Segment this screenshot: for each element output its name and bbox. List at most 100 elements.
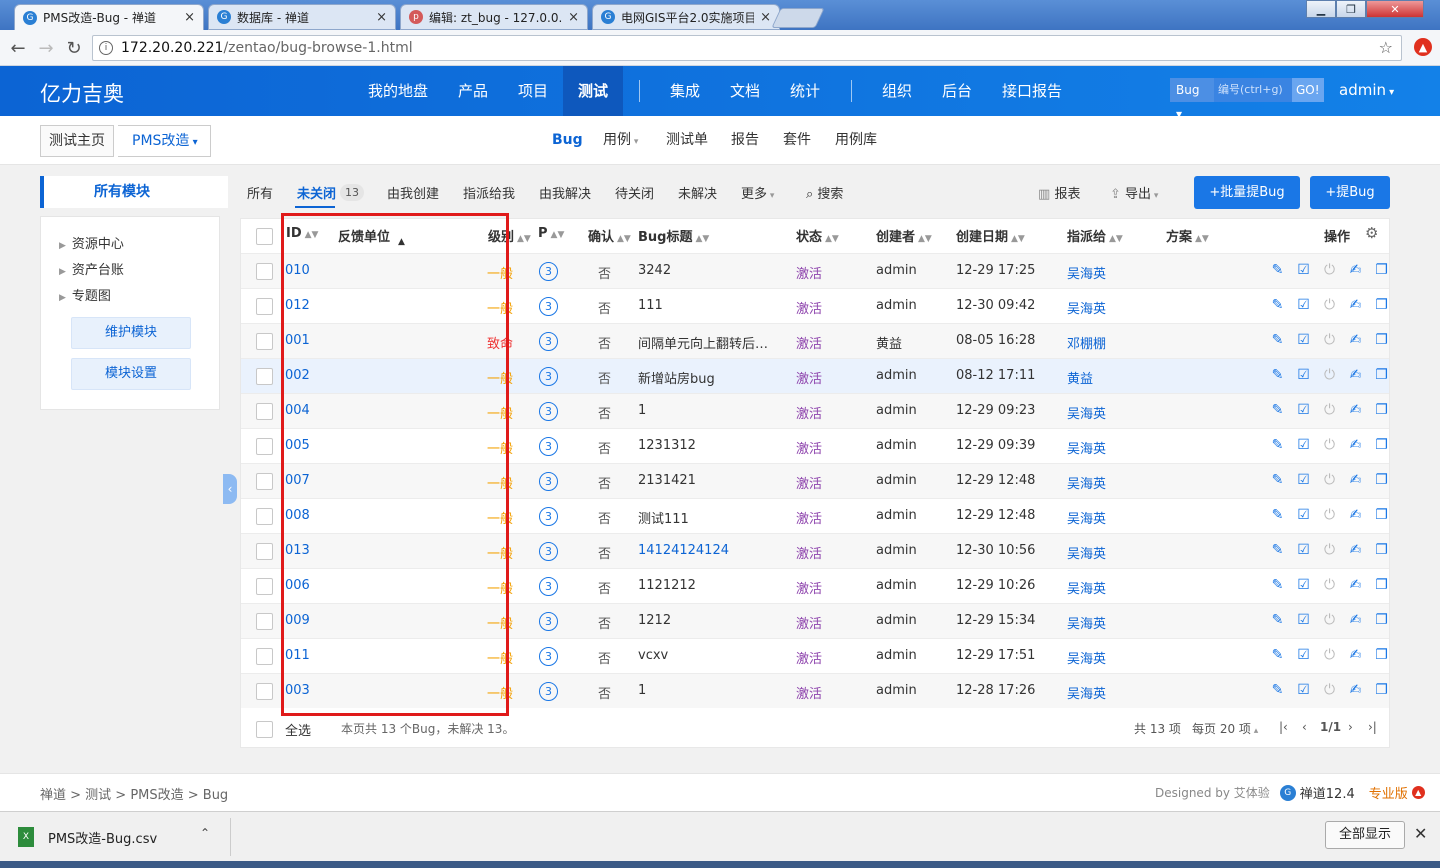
row-checkbox[interactable]	[256, 403, 273, 420]
next-page-icon[interactable]: ›	[1348, 720, 1353, 734]
close-bug-icon[interactable]: ⏻	[1321, 472, 1338, 489]
resolve-icon[interactable]: ☑	[1295, 682, 1312, 699]
bug-title[interactable]: 新增站房bug	[638, 368, 773, 387]
row-checkbox[interactable]	[256, 438, 273, 455]
resolve-icon[interactable]: ☑	[1295, 402, 1312, 419]
resolve-icon[interactable]: ☑	[1295, 647, 1312, 664]
row-checkbox[interactable]	[256, 648, 273, 665]
edit-icon[interactable]: ✍	[1347, 332, 1364, 349]
filter-opened-by-me[interactable]: 由我创建	[387, 183, 439, 202]
nav-project[interactable]: 项目	[503, 66, 563, 116]
new-tab-button[interactable]	[771, 8, 825, 28]
resolve-icon[interactable]: ☑	[1295, 262, 1312, 279]
reload-icon[interactable]: ↻	[62, 36, 86, 60]
row-checkbox[interactable]	[256, 578, 273, 595]
copy-icon[interactable]: ❐	[1373, 262, 1390, 279]
col-header-confirm[interactable]: 确认 ▲▼	[588, 226, 631, 245]
search-input[interactable]: 编号(ctrl+g)	[1214, 78, 1292, 102]
close-bug-icon[interactable]: ⏻	[1321, 577, 1338, 594]
row-checkbox[interactable]	[256, 613, 273, 630]
close-bug-icon[interactable]: ⏻	[1321, 507, 1338, 524]
edit-icon[interactable]: ✍	[1347, 402, 1364, 419]
minimize-icon[interactable]: ▁	[1306, 0, 1336, 18]
zentao-edition[interactable]: 专业版	[1369, 783, 1408, 802]
copy-icon[interactable]: ❐	[1373, 542, 1390, 559]
forward-arrow-icon[interactable]: →	[34, 36, 58, 60]
footer-breadcrumb[interactable]: 禅道 > 测试 > PMS改造 > Bug	[40, 784, 228, 803]
filter-all[interactable]: 所有	[247, 183, 273, 202]
designed-by[interactable]: Designed by 艾体验	[1155, 784, 1270, 801]
confirm-icon[interactable]: ✎	[1269, 542, 1286, 559]
edit-icon[interactable]: ✍	[1347, 297, 1364, 314]
bug-assignee[interactable]: 吴海英	[1067, 508, 1106, 527]
upgrade-icon[interactable]: ▲	[1411, 786, 1425, 799]
bug-assignee[interactable]: 黄益	[1067, 368, 1093, 387]
row-checkbox[interactable]	[256, 368, 273, 385]
bug-assignee[interactable]: 吴海英	[1067, 613, 1106, 632]
copy-icon[interactable]: ❐	[1373, 367, 1390, 384]
bookmark-star-icon[interactable]: ☆	[1379, 38, 1393, 57]
row-checkbox[interactable]	[256, 683, 273, 700]
copy-icon[interactable]: ❐	[1373, 507, 1390, 524]
col-header-assign[interactable]: 指派给 ▲▼	[1067, 226, 1123, 245]
close-bug-icon[interactable]: ⏻	[1321, 612, 1338, 629]
bug-assignee[interactable]: 吴海英	[1067, 438, 1106, 457]
filter-unclosed[interactable]: 未关闭	[297, 183, 336, 202]
filter-assigned-to-me[interactable]: 指派给我	[463, 183, 515, 202]
copy-icon[interactable]: ❐	[1373, 332, 1390, 349]
close-icon[interactable]: ×	[376, 10, 387, 25]
maintain-module-button[interactable]: 维护模块	[71, 317, 191, 349]
bug-assignee[interactable]: 邓棚棚	[1067, 333, 1106, 352]
pager-per-page[interactable]: 每页 20 项 ▴	[1192, 720, 1258, 737]
url-input[interactable]: i 172.20.20.221/zentao/bug-browse-1.html…	[92, 35, 1402, 61]
close-bug-icon[interactable]: ⏻	[1321, 262, 1338, 279]
extension-icon[interactable]: ▲	[1414, 38, 1432, 56]
resolve-icon[interactable]: ☑	[1295, 612, 1312, 629]
select-all-checkbox[interactable]	[256, 721, 273, 738]
row-checkbox[interactable]	[256, 298, 273, 315]
confirm-icon[interactable]: ✎	[1269, 402, 1286, 419]
close-bug-icon[interactable]: ⏻	[1321, 647, 1338, 664]
copy-icon[interactable]: ❐	[1373, 682, 1390, 699]
back-arrow-icon[interactable]: ←	[6, 36, 30, 60]
bug-title[interactable]: 1212	[638, 613, 773, 628]
col-header-date[interactable]: 创建日期 ▲▼	[956, 226, 1025, 245]
nav-company[interactable]: 组织	[867, 66, 927, 116]
window-close-icon[interactable]: ✕	[1366, 0, 1424, 18]
bug-title[interactable]: 1	[638, 403, 773, 418]
tree-item[interactable]: ▶ 资产台账	[59, 259, 124, 278]
bug-assignee[interactable]: 吴海英	[1067, 473, 1106, 492]
close-bug-icon[interactable]: ⏻	[1321, 367, 1338, 384]
test-home-link[interactable]: 测试主页	[40, 125, 114, 157]
prev-page-icon[interactable]: ‹	[1302, 720, 1307, 734]
filter-to-close[interactable]: 待关闭	[615, 183, 654, 202]
bug-title[interactable]: 1	[638, 683, 773, 698]
resolve-icon[interactable]: ☑	[1295, 297, 1312, 314]
tree-item[interactable]: ▶ 资源中心	[59, 233, 124, 252]
download-item[interactable]: X PMS改造-Bug.csv	[18, 822, 157, 852]
bug-title[interactable]: 111	[638, 298, 773, 313]
browser-tab-1[interactable]: G 数据库 - 禅道 ×	[208, 4, 396, 30]
subnav-bug[interactable]: Bug	[552, 116, 583, 165]
resolve-icon[interactable]: ☑	[1295, 437, 1312, 454]
search-type-select[interactable]: Bug ▾	[1170, 78, 1214, 121]
bug-title[interactable]: 14124124124	[638, 543, 773, 558]
resolve-icon[interactable]: ☑	[1295, 472, 1312, 489]
bug-assignee[interactable]: 吴海英	[1067, 298, 1106, 317]
bug-title[interactable]: 测试111	[638, 508, 773, 527]
col-header-status[interactable]: 状态 ▲▼	[796, 226, 839, 245]
nav-doc[interactable]: 文档	[715, 66, 775, 116]
nav-ci[interactable]: 集成	[655, 66, 715, 116]
nav-report[interactable]: 统计	[775, 66, 835, 116]
edit-icon[interactable]: ✍	[1347, 647, 1364, 664]
copy-icon[interactable]: ❐	[1373, 647, 1390, 664]
user-menu[interactable]: admin ▾	[1339, 81, 1394, 99]
first-page-icon[interactable]: |‹	[1279, 720, 1288, 734]
copy-icon[interactable]: ❐	[1373, 437, 1390, 454]
close-bug-icon[interactable]: ⏻	[1321, 682, 1338, 699]
col-header-resolution[interactable]: 方案 ▲▼	[1166, 226, 1209, 245]
nav-api-report[interactable]: 接口报告	[987, 66, 1077, 116]
filter-more[interactable]: 更多 ▾	[741, 183, 774, 202]
bug-title[interactable]: 2131421	[638, 473, 773, 488]
edit-icon[interactable]: ✍	[1347, 507, 1364, 524]
